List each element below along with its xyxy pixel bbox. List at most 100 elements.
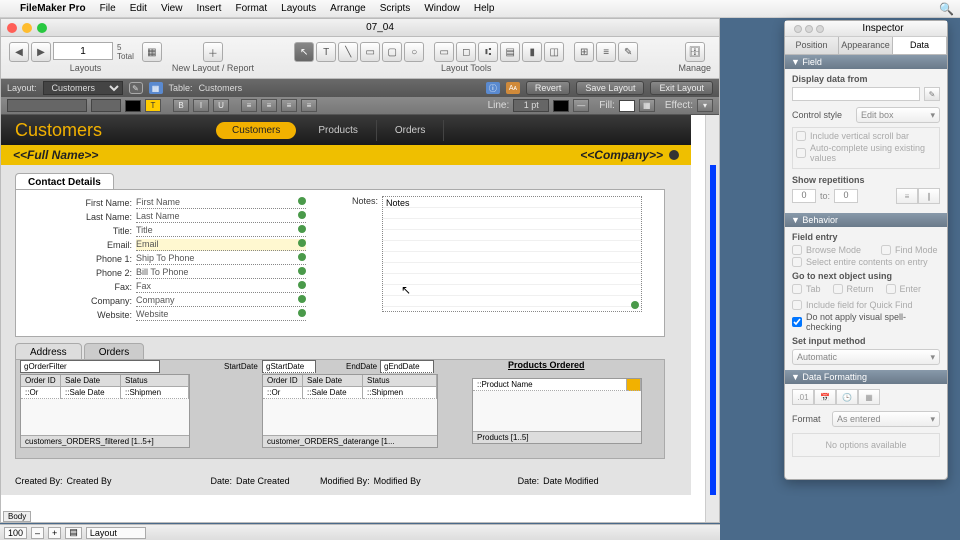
phone2-field[interactable]: Bill To Phone <box>136 267 306 279</box>
menu-insert[interactable]: Insert <box>196 3 221 14</box>
portal-filtered[interactable]: Order IDSale DateStatus ::Or::Sale Date:… <box>20 374 190 448</box>
oval-tool-icon[interactable]: ○ <box>404 42 424 62</box>
info-icon[interactable]: ⓘ <box>486 82 500 94</box>
quickfind-checkbox[interactable]: Include field for Quick Find <box>792 300 940 310</box>
menu-edit[interactable]: Edit <box>130 3 147 14</box>
new-layout-button[interactable]: ＋ <box>203 42 223 62</box>
insp-tab-position[interactable]: Position <box>785 37 839 54</box>
insp-tab-data[interactable]: Data <box>893 37 947 54</box>
rect-tool-icon[interactable]: ▭ <box>360 42 380 62</box>
line-style-icon[interactable]: — <box>573 99 589 112</box>
button-tool-icon[interactable]: ◻ <box>456 42 476 62</box>
autocomplete-checkbox[interactable]: Auto-complete using existing values <box>796 143 936 163</box>
select-entire-checkbox[interactable]: Select entire contents on entry <box>792 257 940 267</box>
enter-checkbox[interactable]: Enter <box>886 284 922 294</box>
webview-tool-icon[interactable]: ◫ <box>544 42 564 62</box>
format-type-seg[interactable]: .01📅🕒▦ <box>792 389 940 405</box>
effect-icon[interactable]: ▾ <box>697 99 713 112</box>
save-layout-button[interactable]: Save Layout <box>576 81 644 95</box>
italic-icon[interactable]: I <box>193 99 209 112</box>
font-select[interactable] <box>7 99 87 112</box>
spotlight-icon[interactable]: 🔍 <box>939 2 954 16</box>
manage-button[interactable]: 🗄 <box>685 42 705 62</box>
format-select[interactable]: As entered <box>832 411 940 427</box>
tab-customers[interactable]: Customers <box>216 122 296 139</box>
menu-format[interactable]: Format <box>235 3 267 14</box>
align-justify-icon[interactable]: ≡ <box>301 99 317 112</box>
zoom-out-icon[interactable]: – <box>31 527 44 539</box>
notes-field[interactable]: Notes <box>382 196 642 312</box>
field-tool-icon[interactable]: ▭ <box>434 42 454 62</box>
highlight-icon[interactable]: T <box>145 99 161 112</box>
date2-field[interactable]: Date Modified <box>543 476 603 486</box>
line-pt-select[interactable]: 1 pt <box>513 99 549 112</box>
fax-field[interactable]: Fax <box>136 281 306 293</box>
page-field[interactable] <box>53 42 113 60</box>
layout-canvas[interactable]: Customers Customers Products Orders <<Fu… <box>1 115 719 522</box>
pointer-tool-icon[interactable]: ↖ <box>294 42 314 62</box>
insp-min-icon[interactable] <box>805 25 813 33</box>
line-color-swatch[interactable] <box>553 100 569 112</box>
modified-field[interactable]: Modified By <box>374 476 474 486</box>
email-field[interactable]: Email <box>136 239 306 251</box>
phone1-field[interactable]: Ship To Phone <box>136 253 306 265</box>
website-field[interactable]: Website <box>136 309 306 321</box>
vscroll-thumb[interactable] <box>710 165 716 495</box>
menu-view[interactable]: View <box>161 3 183 14</box>
mode-select[interactable]: Layout <box>86 527 146 539</box>
size-select[interactable] <box>91 99 121 112</box>
menu-layouts[interactable]: Layouts <box>281 3 316 14</box>
layout-picker-icon[interactable]: ▦ <box>142 42 162 62</box>
tab-tool-icon[interactable]: ⑆ <box>478 42 498 62</box>
portal-tool-icon[interactable]: ▤ <box>500 42 520 62</box>
menu-file[interactable]: File <box>100 3 116 14</box>
fill-swatch[interactable] <box>619 100 635 112</box>
part-tool-icon[interactable]: ≡ <box>596 42 616 62</box>
part-body-tag[interactable]: Body <box>3 511 31 522</box>
rep-from-field[interactable]: 0 <box>792 189 816 203</box>
line-tool-icon[interactable]: ╲ <box>338 42 358 62</box>
menu-app[interactable]: FileMaker Pro <box>20 3 86 14</box>
zoom-in-icon[interactable]: + <box>48 527 61 539</box>
display-field[interactable] <box>792 87 920 101</box>
insp-close-icon[interactable] <box>794 25 802 33</box>
created-field[interactable]: Created By <box>67 476 167 486</box>
portal-daterange[interactable]: Order IDSale DateStatus ::Or::Sale Date:… <box>262 374 438 448</box>
tab-checkbox[interactable]: Tab <box>792 284 821 294</box>
format-tool-icon[interactable]: ✎ <box>618 42 638 62</box>
align-center-icon[interactable]: ≡ <box>261 99 277 112</box>
last-field[interactable]: Last Name <box>136 211 306 223</box>
bold-icon[interactable]: B <box>173 99 189 112</box>
prev-button[interactable]: ◀ <box>9 42 29 62</box>
tab-products[interactable]: Products <box>300 120 376 141</box>
underline-icon[interactable]: U <box>213 99 229 112</box>
filter-field[interactable]: gOrderFilter <box>20 360 160 373</box>
menu-help[interactable]: Help <box>474 3 495 14</box>
roundrect-tool-icon[interactable]: ▢ <box>382 42 402 62</box>
pencil-icon[interactable]: ✎ <box>129 82 143 94</box>
rep-to-field[interactable]: 0 <box>834 189 858 203</box>
aa-icon[interactable]: Aᴀ <box>506 82 520 94</box>
layout-select[interactable]: Customers <box>43 81 123 95</box>
tab-orders[interactable]: Orders <box>377 120 445 141</box>
title-field[interactable]: Title <box>136 225 306 237</box>
text-tool-icon[interactable]: T <box>316 42 336 62</box>
fieldpicker-tool-icon[interactable]: ⊞ <box>574 42 594 62</box>
zoom-value[interactable]: 100 <box>4 527 27 539</box>
textcolor-swatch[interactable] <box>125 100 141 112</box>
section-field[interactable]: ▼ Field <box>785 55 947 69</box>
find-checkbox[interactable]: Find Mode <box>881 245 938 255</box>
portal-products[interactable]: ::Product Name Products [1..5] <box>472 378 642 444</box>
insp-tab-appearance[interactable]: Appearance <box>839 37 893 54</box>
spell-checkbox[interactable]: Do not apply visual spell-checking <box>792 312 940 332</box>
statusbar-toggle-icon[interactable]: ▤ <box>65 527 82 539</box>
button-dot-icon[interactable] <box>669 150 679 160</box>
fill-pattern-icon[interactable]: ▦ <box>639 99 655 112</box>
zoom-icon[interactable] <box>37 23 47 33</box>
close-icon[interactable] <box>7 23 17 33</box>
pencil-icon[interactable]: ✎ <box>924 87 940 101</box>
menu-window[interactable]: Window <box>424 3 460 14</box>
insp-zoom-icon[interactable] <box>816 25 824 33</box>
align-left-icon[interactable]: ≡ <box>241 99 257 112</box>
menu-scripts[interactable]: Scripts <box>380 3 411 14</box>
